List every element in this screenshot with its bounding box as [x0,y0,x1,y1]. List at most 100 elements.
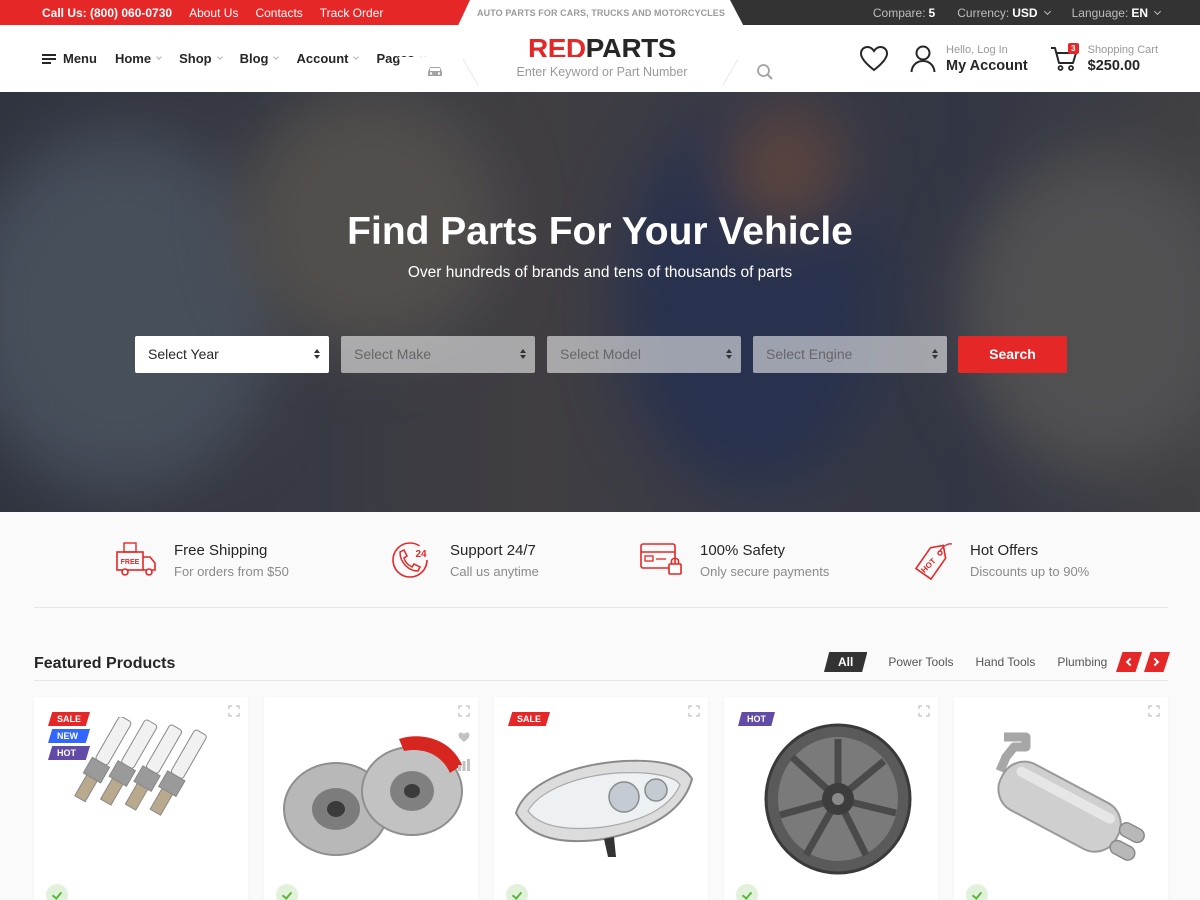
features-block: FREE Free Shipping For orders from $50 2… [34,512,1168,608]
in-stock-check-icon [46,884,68,900]
sort-arrows-icon [726,349,732,353]
compare-link[interactable]: Compare: 5 [873,6,935,20]
hamburger-icon [42,53,56,64]
sort-arrows-icon [520,349,526,353]
product-card[interactable]: SALE [494,697,708,900]
language-dropdown[interactable]: Language: EN [1072,6,1162,20]
quickview-icon[interactable] [688,705,700,717]
tab-hand-tools[interactable]: Hand Tools [965,652,1047,672]
cart-label: Shopping Cart [1087,43,1158,56]
headlight-image [514,759,694,857]
select-engine[interactable]: Select Engine [753,336,947,373]
feature-desc: Discounts up to 90% [970,564,1090,579]
tab-plumbing[interactable]: Plumbing [1046,652,1118,672]
wishlist-button[interactable] [860,45,889,72]
nav-account-label: Account [296,51,349,66]
quickview-icon[interactable] [458,705,470,717]
compare-icon[interactable] [458,759,470,771]
in-stock-check-icon [506,884,528,900]
top-bar: Call Us: (800) 060-0730 About Us Contact… [0,0,1200,25]
header-search [398,57,802,87]
search-divider [462,59,479,85]
nav-shop[interactable]: Shop [179,51,223,66]
badge-hot: HOT [738,712,775,726]
tab-all[interactable]: All [824,652,868,672]
section-divider [34,680,1168,681]
select-make-label: Select Make [354,346,432,362]
top-bar-settings: Compare: 5 Currency: USD Language: EN [730,0,1200,25]
in-stock-check-icon [736,884,758,900]
top-bar-tagline: AUTO PARTS FOR CARS, TRUCKS AND MOTORCYC… [477,8,725,18]
tab-power-tools[interactable]: Power Tools [877,652,964,672]
hero-overlay [0,92,1200,512]
hot-tag-icon: HOT [914,543,953,580]
quickview-icon[interactable] [1148,705,1160,717]
chevron-right-icon [1150,657,1160,667]
search-divider [722,59,739,85]
chevron-down-icon [353,54,360,60]
hero-title: Find Parts For Your Vehicle [347,210,853,253]
sort-arrows-icon [520,355,526,359]
cart-button[interactable]: 3 Shopping Cart $250.00 [1050,42,1158,74]
user-icon [910,45,936,72]
car-icon[interactable] [426,64,444,78]
quickview-icon[interactable] [918,705,930,717]
hero-subtitle: Over hundreds of brands and tens of thou… [407,264,793,281]
free-shipping-truck-icon: FREE [116,542,156,576]
feature-safety: 100% Safety Only secure payments [640,540,829,579]
compare-count: 5 [928,5,936,20]
account-button[interactable]: Hello, Log In My Account [910,44,1028,74]
product-card[interactable]: HOT [724,697,938,900]
feature-free-shipping: FREE Free Shipping For orders from $50 [116,540,289,579]
account-title: My Account [946,57,1028,74]
phone-number[interactable]: Call Us: (800) 060-0730 [42,6,172,20]
badge-new: NEW [48,729,91,743]
currency-dropdown[interactable]: Currency: USD [957,5,1051,20]
header-indicators: Hello, Log In My Account 3 Shopping Cart… [860,25,1158,92]
support-24-icon: 24 [392,542,428,578]
currency-label: Currency: [957,5,1010,20]
nav-blog[interactable]: Blog [240,51,280,66]
heart-icon[interactable] [458,732,470,743]
sort-arrows-icon [932,349,938,353]
feature-hot-offers: HOT Hot Offers Discounts up to 90% [910,540,1089,580]
feature-title: Support 24/7 [450,542,536,559]
product-card[interactable]: SALE NEW HOT [34,697,248,900]
about-us-link[interactable]: About Us [189,6,238,20]
carousel-next-button[interactable] [1144,652,1170,672]
secure-card-icon [640,543,682,575]
search-input[interactable] [490,60,714,84]
sort-arrows-icon [932,355,938,359]
chevron-down-icon [216,54,223,60]
product-badges: HOT [738,712,775,726]
search-icon[interactable] [756,63,774,81]
quickview-icon[interactable] [228,705,240,717]
sort-arrows-icon [314,349,320,353]
feature-title: 100% Safety [700,542,786,559]
nav-shop-label: Shop [179,51,212,66]
track-order-link[interactable]: Track Order [320,6,384,20]
brake-discs-image [283,736,463,856]
nav-home-label: Home [114,51,152,66]
feature-title: Hot Offers [970,542,1039,559]
compare-label: Compare: [872,5,926,20]
featured-products-title: Featured Products [34,655,176,672]
nav-account[interactable]: Account [296,51,360,66]
select-model[interactable]: Select Model [547,336,741,373]
nav-home[interactable]: Home [114,51,162,66]
wheel-rim-image [764,723,912,875]
product-card[interactable] [264,697,478,900]
vehicle-search-button[interactable]: Search [958,336,1067,373]
chevron-down-icon [1153,7,1162,15]
select-make[interactable]: Select Make [341,336,535,373]
select-engine-label: Select Engine [766,346,853,362]
menu-button[interactable]: Menu [42,51,97,66]
carousel-prev-button[interactable] [1116,652,1142,672]
feature-title: Free Shipping [174,542,268,559]
product-card[interactable] [954,697,1168,900]
currency-value: USD [1012,5,1038,20]
feature-desc: For orders from $50 [174,564,289,579]
contacts-link[interactable]: Contacts [255,6,302,20]
select-year[interactable]: Select Year [135,336,329,373]
feature-desc: Call us anytime [450,564,539,579]
